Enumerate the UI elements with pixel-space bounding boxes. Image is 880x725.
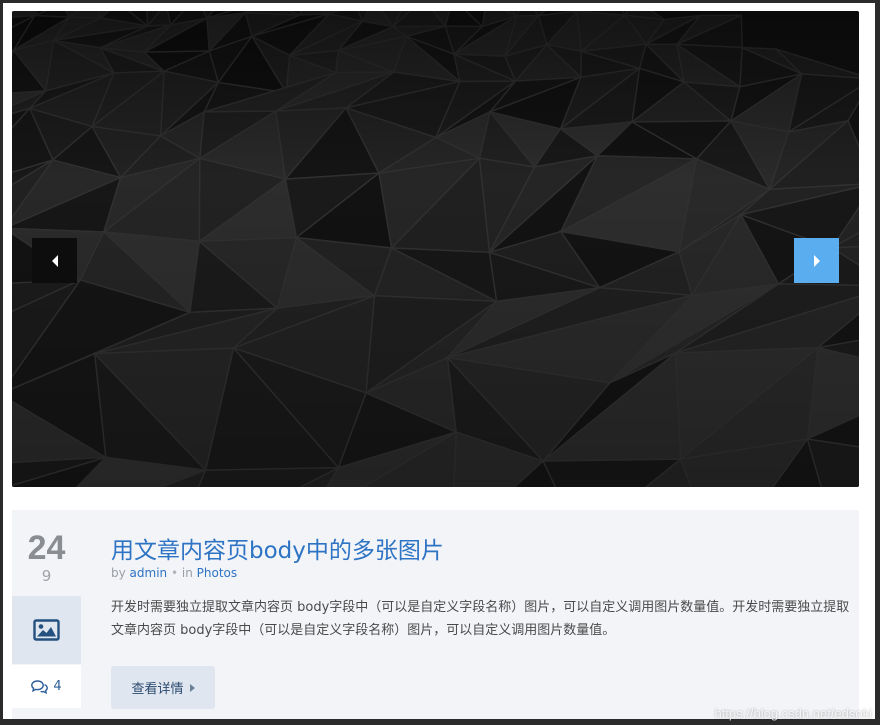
triangle-left-icon [51, 254, 58, 267]
meta-in-label: in [181, 566, 193, 580]
watermark: https://blog.csdn.net/edsoki [714, 706, 872, 721]
post-day: 24 [27, 529, 66, 567]
slider-next-button[interactable] [794, 238, 839, 283]
caret-right-icon [189, 683, 195, 692]
category-link[interactable]: Photos [197, 566, 237, 580]
post-format-box [12, 596, 81, 664]
author-link[interactable]: admin [130, 566, 168, 580]
read-more-label: 查看详情 [131, 682, 184, 697]
post-excerpt: 开发时需要独立提取文章内容页 body字段中（可以是自定义字段名称）图片，可以自… [111, 600, 850, 638]
read-more-button[interactable]: 查看详情 [111, 666, 215, 709]
meta-separator: • [170, 566, 179, 580]
slider-prev-button[interactable] [32, 238, 77, 283]
post-entry: 24 9 4 用文章内容页body中的多张图片 by admin • in Ph… [12, 510, 859, 719]
comments-icon [31, 679, 49, 694]
picture-icon [33, 619, 60, 641]
post-title[interactable]: 用文章内容页body中的多张图片 [111, 531, 444, 565]
meta-by-label: by [111, 566, 126, 580]
triangle-right-icon [813, 254, 820, 267]
slide-image [12, 11, 859, 487]
post-month: 9 [41, 567, 52, 585]
post-meta: by admin • in Photos [111, 566, 237, 580]
image-slider[interactable] [12, 11, 859, 487]
page-frame: 24 9 4 用文章内容页body中的多张图片 by admin • in Ph… [3, 3, 875, 719]
comments-link[interactable]: 4 [12, 665, 81, 708]
comment-count: 4 [53, 679, 62, 694]
